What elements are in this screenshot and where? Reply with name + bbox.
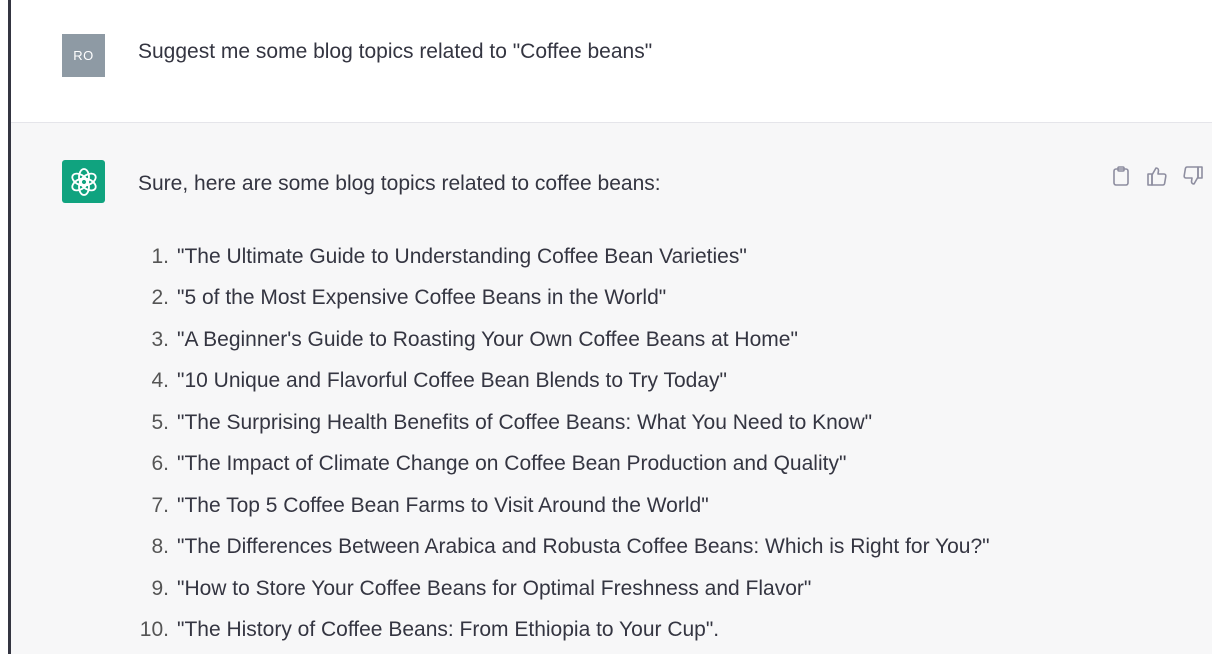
- list-item-text: "A Beginner's Guide to Roasting Your Own…: [177, 327, 798, 351]
- thumbs-down-button[interactable]: [1182, 165, 1204, 187]
- list-item-text: "The Top 5 Coffee Bean Farms to Visit Ar…: [177, 493, 709, 517]
- clipboard-icon: [1113, 166, 1129, 186]
- list-item: 2. "5 of the Most Expensive Coffee Beans…: [119, 278, 990, 320]
- list-item: 8. "The Differences Between Arabica and …: [119, 527, 990, 569]
- list-item-text: "10 Unique and Flavorful Coffee Bean Ble…: [177, 369, 727, 393]
- list-item-text: "The Surprising Health Benefits of Coffe…: [177, 410, 873, 434]
- list-item: 6. "The Impact of Climate Change on Coff…: [119, 444, 990, 486]
- list-item: 9. "How to Store Your Coffee Beans for O…: [119, 568, 990, 610]
- list-item-number: 5.: [151, 410, 169, 434]
- list-item-number: 10.: [139, 618, 169, 642]
- assistant-intro-text: Sure, here are some blog topics related …: [138, 172, 661, 195]
- list-item: 3. "A Beginner's Guide to Roasting Your …: [119, 319, 990, 361]
- list-item: 7. "The Top 5 Coffee Bean Farms to Visit…: [119, 485, 990, 527]
- list-item: 4. "10 Unique and Flavorful Coffee Bean …: [119, 361, 990, 403]
- message-actions: [1110, 165, 1204, 187]
- copy-button[interactable]: [1110, 165, 1132, 187]
- list-item-text: "The Differences Between Arabica and Rob…: [177, 535, 990, 559]
- list-item: 5. "The Surprising Health Benefits of Co…: [119, 402, 990, 444]
- list-item: 1. "The Ultimate Guide to Understanding …: [119, 236, 990, 278]
- list-item-text: "5 of the Most Expensive Coffee Beans in…: [177, 286, 667, 310]
- list-item: 10. "The History of Coffee Beans: From E…: [119, 610, 990, 652]
- openai-logo-icon: [62, 160, 105, 203]
- list-item-text: "The Ultimate Guide to Understanding Cof…: [177, 244, 747, 268]
- thumbs-down-icon: [1183, 166, 1203, 185]
- list-item-text: "The History of Coffee Beans: From Ethio…: [177, 618, 720, 642]
- assistant-message-row: Sure, here are some blog topics related …: [11, 123, 1212, 654]
- list-item-text: "How to Store Your Coffee Beans for Opti…: [177, 576, 812, 600]
- blog-topic-list: 1. "The Ultimate Guide to Understanding …: [119, 236, 990, 651]
- list-item-number: 4.: [151, 369, 169, 393]
- list-item-text: "The Impact of Climate Change on Coffee …: [177, 452, 847, 476]
- list-item-number: 6.: [151, 452, 169, 476]
- user-avatar: RO: [62, 34, 105, 77]
- user-message-row: RO Suggest me some blog topics related t…: [11, 0, 1212, 123]
- thumbs-up-icon: [1147, 167, 1167, 186]
- list-item-number: 9.: [151, 576, 169, 600]
- thumbs-up-button[interactable]: [1146, 165, 1168, 187]
- list-item-number: 1.: [151, 244, 169, 268]
- user-message-text: Suggest me some blog topics related to "…: [138, 40, 653, 63]
- list-item-number: 7.: [151, 493, 169, 517]
- list-item-number: 3.: [151, 327, 169, 351]
- list-item-number: 2.: [151, 286, 169, 310]
- list-item-number: 8.: [151, 535, 169, 559]
